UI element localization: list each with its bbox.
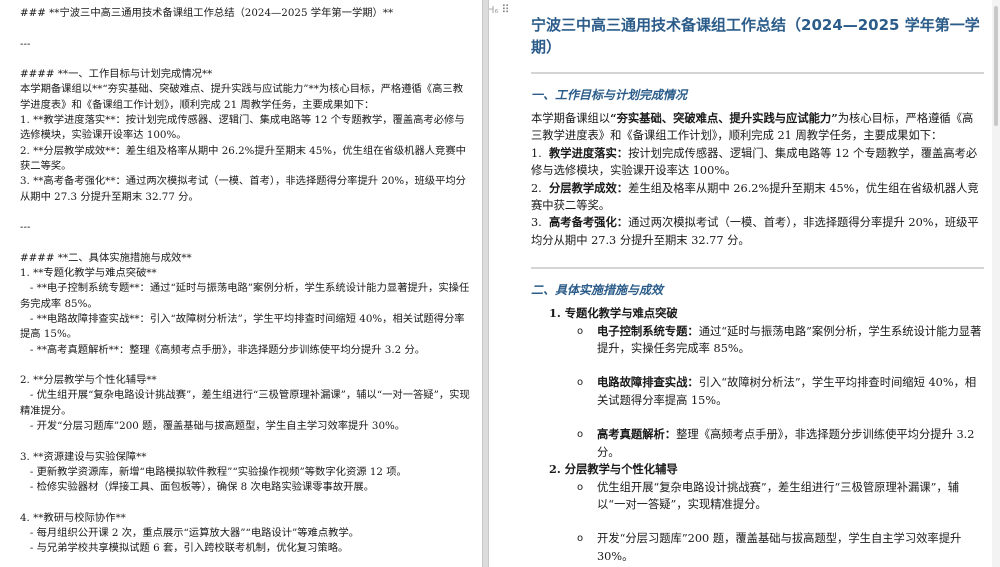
- markdown-line[interactable]: - 开发“分层习题库”200 题，覆盖基础与拔高题型，学生自主学习效率提升 30…: [20, 419, 472, 434]
- markdown-line[interactable]: 3. **高考备考强化**：通过两次模拟考试（一模、首考），非选择题得分率提升 …: [20, 174, 472, 205]
- scrollbar-thumb[interactable]: [994, 6, 998, 126]
- markdown-line[interactable]: - 检修实验器材（焊接工具、面包板等），确保 8 次电路实验课零事故开展。: [20, 480, 472, 495]
- item-text: 优生组开展“复杂电路设计挑战赛”，差生组进行“三极管原理补漏课”，辅以“一对一答…: [597, 480, 960, 511]
- markdown-line[interactable]: - **电子控制系统专题**：通过“延时与振荡电路”案例分析，学生系统设计能力显…: [20, 281, 472, 312]
- item-label: 电路故障排查实战：: [597, 375, 699, 390]
- result-item: 3. 高考备考强化：通过两次模拟考试（一模、首考），非选择题得分率提升 20%，…: [531, 214, 984, 249]
- list-item: o 高考真题解析：整理《高频考点手册》，非选择题分步训练使平均分提升 3.2 分。: [577, 426, 984, 461]
- result-item: 1. 教学进度落实：按计划完成传感器、逻辑门、集成电路等 12 个专题教学，覆盖…: [531, 145, 984, 180]
- bullet-icon: o: [577, 481, 584, 493]
- intro-paragraph: 本学期备课组以“夯实基础、突破难点、提升实践与应试能力”为核心目标，严格遵循《高…: [531, 110, 984, 145]
- markdown-line[interactable]: - 优生组开展“复杂电路设计挑战赛”，差生组进行“三极管原理补漏课”，辅以“一对…: [20, 388, 472, 419]
- markdown-line[interactable]: - **高考真题解析**：整理《高频考点手册》，非选择题分步训练使平均分提升 3…: [20, 343, 472, 358]
- markdown-line[interactable]: [20, 235, 472, 250]
- markdown-line[interactable]: 本学期备课组以**“夯实基础、突破难点、提升实践与应试能力”**为核心目标，严格…: [20, 82, 472, 113]
- item-label: 电子控制系统专题：: [597, 323, 699, 338]
- item-number: 2.: [531, 181, 542, 195]
- list-item: o 优生组开展“复杂电路设计挑战赛”，差生组进行“三极管原理补漏课”，辅以“一对一…: [577, 479, 984, 514]
- list-item: o 开发“分层习题库”200 题，覆盖基础与拔高题型，学生自主学习效率提升 30%…: [577, 530, 984, 565]
- heading-handle[interactable]: H₆ ⠿: [489, 3, 510, 16]
- markdown-line[interactable]: #### **一、工作目标与计划完成情况**: [20, 67, 472, 82]
- results-list: 1. 教学进度落实：按计划完成传感器、逻辑门、集成电路等 12 个专题教学，覆盖…: [531, 145, 984, 249]
- result-item: 2. 分层教学成效：差生组及格率从期中 26.2%提升至期末 45%，优生组在省…: [531, 180, 984, 215]
- markdown-line[interactable]: 2. **分层教学与个性化辅导**: [20, 373, 472, 388]
- markdown-line[interactable]: 1. **教学进度落实**：按计划完成传感器、逻辑门、集成电路等 12 个专题教…: [20, 113, 472, 144]
- scrollbar[interactable]: [992, 0, 1000, 567]
- markdown-line[interactable]: - **电路故障排查实战**：引入“故障树分析法”，学生平均排查时间缩短 40%…: [20, 312, 472, 343]
- divider: [531, 267, 984, 270]
- subsection-title: 1. 专题化教学与难点突破: [549, 306, 678, 321]
- heading-level-icon: H₆: [489, 5, 499, 16]
- markdown-line[interactable]: 1. **专题化教学与难点突破**: [20, 266, 472, 281]
- bullet-icon: o: [577, 325, 584, 337]
- list-item: o 电子控制系统专题：通过“延时与振荡电路”案例分析，学生系统设计能力显著提升，实…: [577, 323, 984, 358]
- markdown-line[interactable]: [20, 557, 472, 567]
- pane-splitter[interactable]: [482, 0, 489, 567]
- markdown-line[interactable]: - 更新教学资源库，新增“电路模拟软件教程”“实验操作视频”等数字化资源 12 …: [20, 465, 472, 480]
- markdown-line[interactable]: ---: [20, 220, 472, 235]
- item-label: 教学进度落实：: [548, 145, 629, 160]
- intro-text: 本学期备课组以: [531, 112, 611, 125]
- markdown-line[interactable]: [20, 21, 472, 36]
- markdown-source-pane[interactable]: ### **宁波三中高三通用技术备课组工作总结（2024—2025 学年第一学期…: [0, 0, 482, 567]
- preview-pane[interactable]: H₆ ⠿ 宁波三中高三通用技术备课组工作总结（2024—2025 学年第一学期） …: [489, 0, 1000, 567]
- markdown-line[interactable]: [20, 205, 472, 220]
- markdown-line[interactable]: [20, 434, 472, 449]
- markdown-line[interactable]: ---: [20, 37, 472, 52]
- item-label: 分层教学成效：: [548, 180, 629, 195]
- item-number: 1.: [531, 146, 542, 160]
- divider: [531, 72, 984, 74]
- section-heading: 一、工作目标与计划完成情况: [531, 88, 688, 102]
- markdown-line[interactable]: [20, 52, 472, 67]
- markdown-line[interactable]: [20, 358, 472, 373]
- markdown-line[interactable]: ### **宁波三中高三通用技术备课组工作总结（2024—2025 学年第一学期…: [20, 6, 472, 21]
- markdown-line[interactable]: - 每月组织公开课 2 次，重点展示“运算放大器”“电路设计”等难点教学。: [20, 526, 472, 541]
- markdown-line[interactable]: 2. **分层教学成效**：差生组及格率从期中 26.2%提升至期末 45%，优…: [20, 144, 472, 175]
- markdown-line[interactable]: - 与兄弟学校共享模拟试题 6 套，引入跨校联考机制，优化复习策略。: [20, 541, 472, 556]
- editor-window: ### **宁波三中高三通用技术备课组工作总结（2024—2025 学年第一学期…: [0, 0, 1000, 567]
- item-label: 高考备考强化：: [548, 215, 629, 230]
- markdown-line[interactable]: [20, 496, 472, 511]
- item-label: 高考真题解析：: [597, 427, 677, 442]
- markdown-line[interactable]: 4. **教研与校际协作**: [20, 511, 472, 526]
- markdown-line[interactable]: #### **二、具体实施措施与成效**: [20, 251, 472, 266]
- markdown-source-text[interactable]: ### **宁波三中高三通用技术备课组工作总结（2024—2025 学年第一学期…: [20, 6, 472, 567]
- measures-list: 1. 专题化教学与难点突破 o 电子控制系统专题：通过“延时与振荡电路”案例分析，学…: [531, 305, 984, 567]
- markdown-line[interactable]: 3. **资源建设与实验保障**: [20, 450, 472, 465]
- section-heading: 二、具体实施措施与成效: [531, 283, 664, 298]
- item-text: 开发“分层习题库”200 题，覆盖基础与拔高题型，学生自主学习效率提升 30%。: [597, 532, 962, 563]
- item-number: 3.: [531, 216, 542, 230]
- bullet-icon: o: [577, 429, 584, 441]
- list-item: o 电路故障排查实战：引入“故障树分析法”，学生平均排查时间缩短 40%，相关试题…: [577, 374, 984, 409]
- page-title: 宁波三中高三通用技术备课组工作总结（2024—2025 学年第一学期）: [531, 16, 980, 56]
- drag-grip-icon[interactable]: ⠿: [502, 3, 510, 16]
- bullet-icon: o: [577, 377, 584, 389]
- bullet-icon: o: [577, 533, 584, 545]
- intro-bold: “夯实基础、突破难点、提升实践与应试能力”: [610, 111, 838, 125]
- subsection-title: 2. 分层教学与个性化辅导: [549, 462, 678, 477]
